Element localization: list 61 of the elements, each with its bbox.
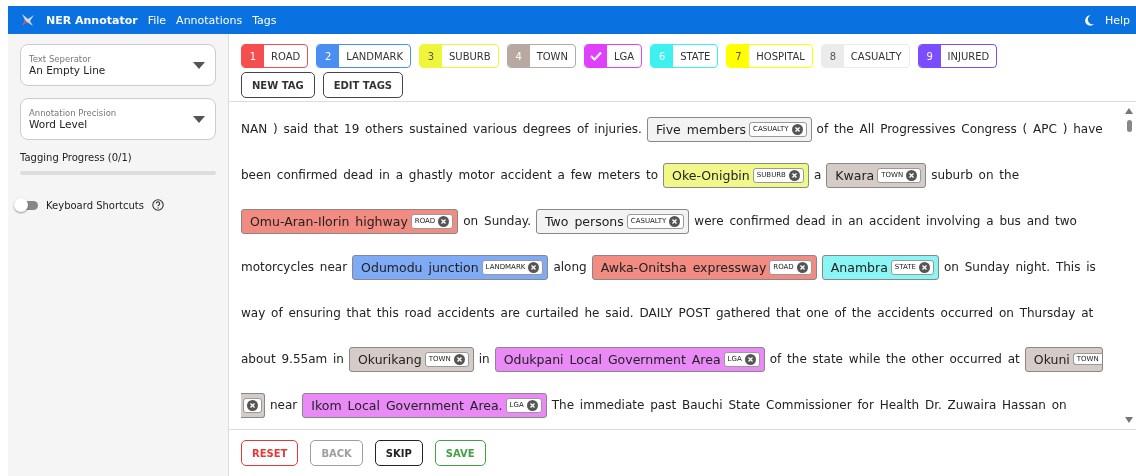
remove-icon[interactable]	[438, 215, 450, 227]
text-span: The immediate past Bauchi State Commissioner for Health Dr. Zuwaira Hassan on	[551, 398, 1067, 412]
tag-chip[interactable]: 4 TOWN	[506, 44, 576, 68]
action-button[interactable]: RESET	[241, 440, 299, 466]
text-span: of the state while the other occurred at	[769, 352, 1020, 366]
check-icon	[590, 51, 602, 61]
dropdown-caret-icon	[193, 61, 205, 69]
entity-mark[interactable]	[241, 392, 265, 418]
text-span: way of ensuring that this road accidents are curtailed he said. DAILY POST gathered that one of the accidents occurred on Thursday at	[241, 306, 1094, 320]
text-span: NAN ) said that 19 others sustained various degrees of injuries.	[241, 122, 642, 136]
text-span: were confirmed dead in an accident involving a bus and two	[694, 214, 1077, 228]
remove-icon[interactable]	[788, 169, 800, 181]
help-icon[interactable]	[152, 199, 164, 211]
tag-chip[interactable]: LGA	[584, 44, 643, 68]
remove-icon[interactable]	[918, 261, 930, 273]
toggle-switch[interactable]	[16, 200, 38, 210]
menu-item[interactable]: Annotations	[176, 13, 243, 27]
menu-item[interactable]: File	[147, 13, 167, 27]
tag-chip[interactable]: 1 ROAD	[241, 44, 309, 68]
text-span: a	[813, 168, 822, 182]
action-button[interactable]: SKIP	[374, 440, 423, 466]
tag-chip[interactable]: 8 CASUALTY	[820, 44, 910, 68]
remove-icon[interactable]	[791, 123, 803, 135]
remove-icon[interactable]	[526, 399, 538, 411]
tag-chip[interactable]: 7 HOSPITAL	[726, 44, 813, 68]
text-span: on Sunday.	[463, 214, 531, 228]
tag-chip[interactable]: 6 STATE	[650, 44, 719, 68]
progress-label: Tagging Progress (0/1)	[20, 152, 133, 163]
menu-item[interactable]: Tags	[252, 13, 277, 27]
tag-chip[interactable]: 2 LANDMARK	[316, 44, 411, 68]
text-span: suburb on the	[931, 168, 1020, 182]
select-field[interactable]: Text Seperator An Empty Line	[20, 44, 216, 86]
app-title: NER Annotator	[46, 13, 138, 27]
text-span: of the All Progressives Congress ( APC ) have	[816, 122, 1103, 136]
remove-icon[interactable]	[453, 353, 465, 365]
remove-icon[interactable]	[744, 353, 756, 365]
tag-chip[interactable]: 3 SUBURB	[419, 44, 499, 68]
text-span: about 9.55am in	[241, 352, 344, 366]
scroll-up-icon[interactable]	[1125, 108, 1133, 114]
scroll-down-icon[interactable]	[1125, 417, 1133, 423]
text-span: in	[478, 352, 490, 366]
text-span: near	[270, 398, 298, 412]
remove-icon[interactable]	[669, 215, 681, 227]
tag-action-button[interactable]: NEW TAG	[241, 72, 315, 98]
moon-icon[interactable]	[1082, 13, 1095, 27]
select-field[interactable]: Annotation Precision Word Level	[20, 98, 216, 140]
remove-icon[interactable]	[528, 261, 540, 273]
help-link[interactable]: Help	[1104, 13, 1130, 27]
scrollbar-thumb[interactable]	[1126, 120, 1132, 132]
text-span: along	[553, 260, 587, 274]
shortcuts-label: Keyboard Shortcuts	[46, 199, 144, 211]
text-span: motorcycles near	[241, 260, 348, 274]
remove-icon[interactable]	[906, 169, 918, 181]
text-span: on Sunday night. This is	[943, 260, 1096, 274]
tag-action-button[interactable]: EDIT TAGS	[322, 72, 404, 98]
remove-icon[interactable]	[247, 399, 258, 411]
tag-chip[interactable]: 9 INJURED	[917, 44, 998, 68]
text-span: been confirmed dead in a ghastly motor accident a few meters to	[241, 168, 659, 182]
dropdown-caret-icon	[193, 115, 205, 123]
logo-icon	[20, 12, 36, 28]
remove-icon[interactable]	[796, 261, 808, 273]
